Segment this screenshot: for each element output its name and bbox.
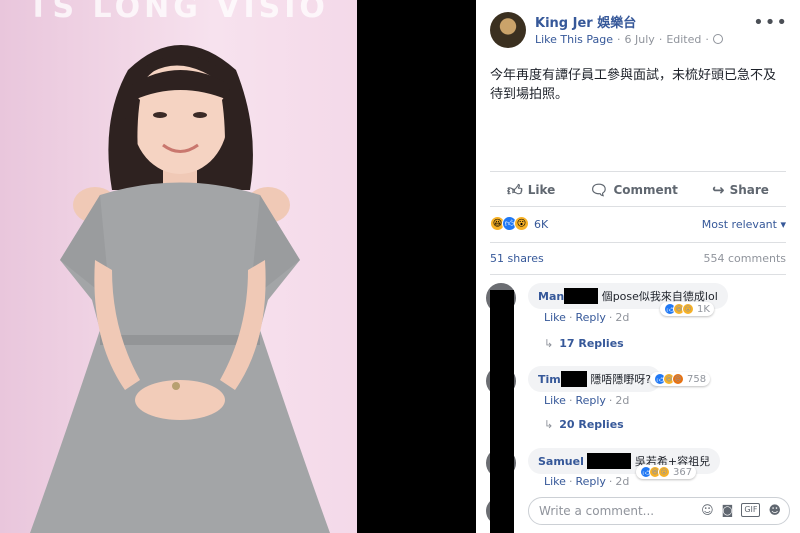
share-icon: ↪ — [712, 181, 725, 199]
post-photo[interactable]: TS LONG VISIO — [0, 0, 357, 533]
more-icon[interactable]: ••• — [753, 12, 788, 33]
share-button[interactable]: ↪ Share — [712, 178, 769, 202]
comment-like-link[interactable]: Like — [544, 475, 566, 488]
comment-reply-link[interactable]: Reply — [575, 475, 605, 488]
like-page-link[interactable]: Like This Page — [535, 33, 613, 46]
like-button[interactable]: 👍︎ Like — [507, 178, 555, 202]
reactions-row: 😆︎ 👍︎ 😮︎ 6K Most relevant ▾ — [490, 216, 786, 236]
comment-bubble: Tim 隱唔隱嘢呀? — [528, 366, 662, 392]
like-label: Like — [527, 183, 556, 197]
comment-text: 隱唔隱嘢呀? — [590, 373, 652, 386]
comment-placeholder: Write a comment... — [539, 504, 655, 518]
shares-count[interactable]: 51 shares — [490, 252, 544, 265]
comment-reaction-count: 1K — [697, 303, 710, 315]
divider — [490, 206, 786, 207]
comment-icon: 🗨︎ — [589, 181, 609, 199]
reaction-count[interactable]: 6K — [534, 218, 548, 231]
comment-reaction-count: 367 — [673, 466, 693, 478]
wow-icon: 😮︎ — [514, 216, 529, 231]
comment-links: Like · Reply · 2d — [544, 394, 630, 407]
wow-icon: 😮︎ — [658, 466, 670, 478]
comment-like-link[interactable]: Like — [544, 311, 566, 324]
black-gap — [357, 0, 476, 533]
write-comment-row: Write a comment... ☺ ◙ GIF ☻ — [486, 497, 790, 525]
comment-links: Like · Reply · 2d — [544, 311, 630, 324]
comment-time[interactable]: 2d — [615, 394, 629, 407]
commenter-name[interactable]: Tim — [538, 373, 561, 386]
comment-reactions[interactable]: 👍︎ 😆︎ 😠︎ 758 — [650, 372, 711, 386]
comment-time[interactable]: 2d — [615, 311, 629, 324]
emoji-icon[interactable]: ☺ — [701, 503, 714, 517]
post-actions: 👍︎ Like 🗨︎ Comment ↪ Share — [490, 178, 786, 202]
redaction-bar — [564, 288, 599, 304]
view-replies-link[interactable]: ↳ 20 Replies — [544, 418, 624, 431]
comment-reactions[interactable]: 👍︎ 😆︎ 😮︎ 1K — [660, 302, 714, 316]
comment-input-icons: ☺ ◙ GIF ☻ — [701, 503, 781, 517]
like-icon: 👍︎ — [507, 180, 523, 199]
black-strip — [490, 290, 514, 533]
reply-icon: ↳ — [544, 418, 554, 431]
comment-reply-link[interactable]: Reply — [575, 394, 605, 407]
sort-dropdown[interactable]: Most relevant ▾ — [702, 218, 786, 231]
commenter-name[interactable]: Samuel — [538, 455, 584, 468]
redaction-bar — [587, 453, 632, 469]
share-label: Share — [729, 183, 769, 197]
divider — [490, 242, 786, 243]
comment-reaction-count: 758 — [687, 373, 707, 385]
woman-figure — [30, 45, 330, 533]
post-text: 今年再度有譚仔員工參與面試，未梳好頭已急不及待到場拍照。 — [490, 68, 777, 102]
gif-icon[interactable]: GIF — [741, 503, 761, 517]
page-name[interactable]: King Jer 娛樂台 — [535, 12, 636, 31]
divider — [490, 274, 786, 275]
globe-icon — [712, 34, 723, 44]
camera-icon[interactable]: ◙ — [722, 503, 734, 517]
shares-row: 51 shares 554 comments — [490, 252, 786, 265]
angry-icon: 😠︎ — [672, 373, 684, 385]
edited-label[interactable]: Edited — [666, 33, 701, 46]
comment-like-link[interactable]: Like — [544, 394, 566, 407]
comment-label: Comment — [613, 183, 678, 197]
comment-links: Like · Reply · 2d — [544, 475, 630, 488]
comments-count[interactable]: 554 comments — [704, 252, 786, 265]
page-avatar[interactable] — [490, 12, 526, 48]
comment-time[interactable]: 2d — [615, 475, 629, 488]
post-panel: King Jer 娛樂台 Like This Page · 6 July · Edite… — [476, 0, 800, 533]
post-date[interactable]: 6 July — [625, 33, 655, 46]
commenter-name[interactable]: Man — [538, 290, 564, 303]
sticker-icon[interactable]: ☻ — [768, 503, 781, 517]
comment-reactions[interactable]: 👍︎ 😆︎ 😮︎ 367 — [636, 465, 697, 479]
post-header: King Jer 娛樂台 Like This Page · 6 July · Edite… — [490, 10, 790, 50]
reply-icon: ↳ — [544, 337, 554, 350]
comment-button[interactable]: 🗨︎ Comment — [589, 178, 678, 202]
wow-icon: 😮︎ — [682, 303, 694, 315]
comment-reply-link[interactable]: Reply — [575, 311, 605, 324]
replies-label: 20 Replies — [559, 418, 624, 431]
view-replies-link[interactable]: ↳ 17 Replies — [544, 337, 624, 350]
sort-label: Most relevant — [701, 218, 777, 231]
divider — [490, 171, 786, 172]
redaction-bar — [560, 371, 587, 387]
post-meta: Like This Page · 6 July · Edited · — [535, 33, 723, 46]
replies-label: 17 Replies — [559, 337, 624, 350]
comment-input[interactable]: Write a comment... ☺ ◙ GIF ☻ — [528, 497, 790, 525]
